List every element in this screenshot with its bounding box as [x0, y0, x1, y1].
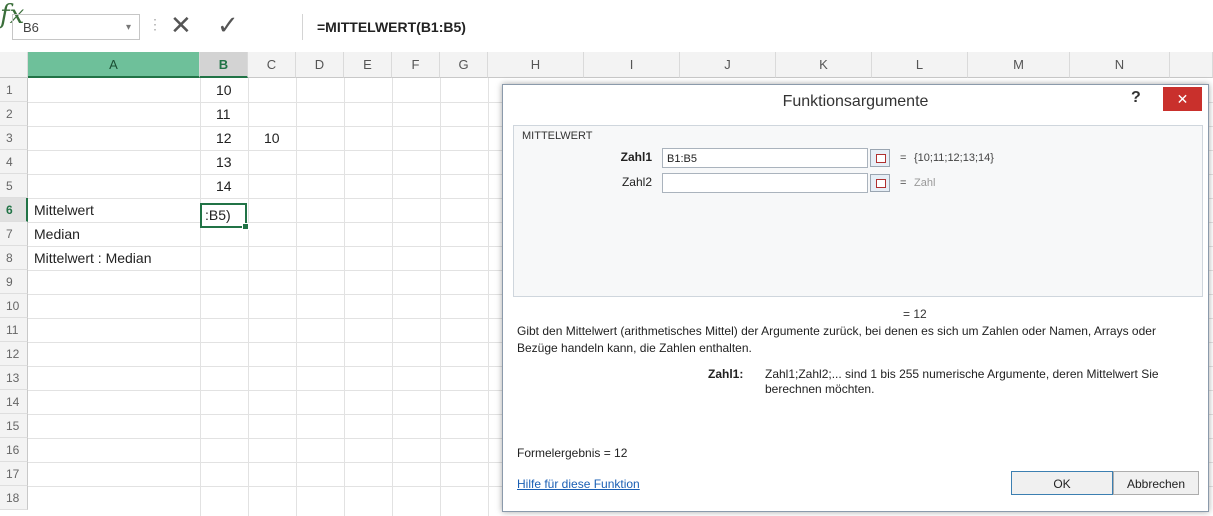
- column-header-b[interactable]: B: [200, 52, 248, 78]
- cell-c3[interactable]: 10: [264, 126, 280, 150]
- column-header-k[interactable]: K: [776, 52, 872, 78]
- collapse-dialog-icon[interactable]: [870, 174, 890, 192]
- help-icon[interactable]: ?: [1131, 89, 1141, 107]
- formula-bar-grip-icon: ⋮: [148, 16, 162, 32]
- cell-b5[interactable]: 14: [216, 174, 232, 198]
- row-header[interactable]: 9: [0, 270, 28, 294]
- cell-a8[interactable]: Mittelwert : Median: [34, 246, 151, 270]
- cell-b4[interactable]: 13: [216, 150, 232, 174]
- column-header-n[interactable]: N: [1070, 52, 1170, 78]
- column-header-c[interactable]: C: [248, 52, 296, 78]
- row-header[interactable]: 12: [0, 342, 28, 366]
- name-box[interactable]: B6 ▾: [12, 14, 140, 40]
- gridline: [296, 78, 297, 516]
- select-all-corner[interactable]: [0, 52, 28, 78]
- row-header[interactable]: 14: [0, 390, 28, 414]
- close-button[interactable]: ✕: [1163, 87, 1202, 111]
- cancel-icon[interactable]: ✕: [170, 10, 192, 41]
- arg-equals: =: [900, 177, 907, 189]
- column-header-j[interactable]: J: [680, 52, 776, 78]
- arguments-group: MITTELWERT Zahl1 B1:B5 = {10;11;12;13;14…: [513, 125, 1203, 297]
- row-header[interactable]: 11: [0, 318, 28, 342]
- cancel-button[interactable]: Abbrechen: [1113, 471, 1199, 495]
- row-header[interactable]: 1: [0, 78, 28, 102]
- cell-b6-value: :B5): [205, 207, 231, 223]
- enter-icon[interactable]: ✓: [217, 10, 239, 41]
- row-header[interactable]: 7: [0, 222, 28, 246]
- function-result: = 12: [903, 307, 927, 321]
- row-header[interactable]: 13: [0, 366, 28, 390]
- name-box-value: B6: [23, 20, 39, 35]
- argument-description-label: Zahl1:: [708, 367, 744, 381]
- arg-equals: =: [900, 152, 907, 164]
- function-arguments-dialog: Funktionsargumente ? ✕ MITTELWERT Zahl1 …: [502, 84, 1209, 512]
- row-header[interactable]: 16: [0, 438, 28, 462]
- arg-input-zahl1[interactable]: B1:B5: [662, 148, 868, 168]
- row-header[interactable]: 6: [0, 198, 28, 222]
- column-header-o[interactable]: [1170, 52, 1213, 78]
- gridline: [344, 78, 345, 516]
- column-header-i[interactable]: I: [584, 52, 680, 78]
- row-header[interactable]: 15: [0, 414, 28, 438]
- active-cell-b6[interactable]: :B5): [200, 203, 249, 230]
- ok-button[interactable]: OK: [1011, 471, 1113, 495]
- row-header[interactable]: 18: [0, 486, 28, 510]
- arg-input-zahl2[interactable]: [662, 173, 868, 193]
- fill-handle[interactable]: [242, 223, 249, 230]
- arg-value-zahl1: {10;11;12;13;14}: [914, 152, 994, 164]
- cell-a7[interactable]: Median: [34, 222, 80, 246]
- gridline: [248, 78, 249, 516]
- formula-result: Formelergebnis = 12: [517, 446, 628, 460]
- row-header[interactable]: 3: [0, 126, 28, 150]
- formula-input[interactable]: =MITTELWERT(B1:B5): [302, 14, 1202, 40]
- column-header-g[interactable]: G: [440, 52, 488, 78]
- row-header[interactable]: 2: [0, 102, 28, 126]
- column-header-h[interactable]: H: [488, 52, 584, 78]
- function-name: MITTELWERT: [522, 130, 593, 142]
- column-header-m[interactable]: M: [968, 52, 1070, 78]
- arg-label-zahl2: Zahl2: [621, 175, 652, 189]
- cell-b2[interactable]: 11: [216, 102, 231, 126]
- help-link[interactable]: Hilfe für diese Funktion: [517, 477, 640, 491]
- argument-description: Zahl1;Zahl2;... sind 1 bis 255 numerisch…: [765, 367, 1159, 396]
- row-header[interactable]: 10: [0, 294, 28, 318]
- formula-bar: B6 ▾ ⋮ ✕ ✓ fx =MITTELWERT(B1:B5): [0, 0, 1213, 53]
- column-header-a[interactable]: A: [28, 52, 200, 78]
- arg-label-zahl1: Zahl1: [620, 150, 652, 164]
- chevron-down-icon[interactable]: ▾: [126, 15, 131, 41]
- gridline: [200, 78, 201, 516]
- row-header[interactable]: 4: [0, 150, 28, 174]
- row-header[interactable]: 8: [0, 246, 28, 270]
- arg-value-zahl2: Zahl: [914, 177, 936, 189]
- column-header-l[interactable]: L: [872, 52, 968, 78]
- row-header[interactable]: 5: [0, 174, 28, 198]
- gridline: [392, 78, 393, 516]
- gridline: [440, 78, 441, 516]
- column-header-e[interactable]: E: [344, 52, 392, 78]
- collapse-dialog-icon[interactable]: [870, 149, 890, 167]
- dialog-title: Funktionsargumente: [782, 93, 929, 110]
- function-description: Gibt den Mittelwert (arithmetisches Mitt…: [517, 324, 1156, 355]
- cell-b1[interactable]: 10: [216, 78, 232, 102]
- cell-b3[interactable]: 12: [216, 126, 232, 150]
- row-header[interactable]: 17: [0, 462, 28, 486]
- cell-a6[interactable]: Mittelwert: [34, 198, 94, 222]
- gridline: [488, 78, 489, 516]
- column-header-f[interactable]: F: [392, 52, 440, 78]
- column-header-d[interactable]: D: [296, 52, 344, 78]
